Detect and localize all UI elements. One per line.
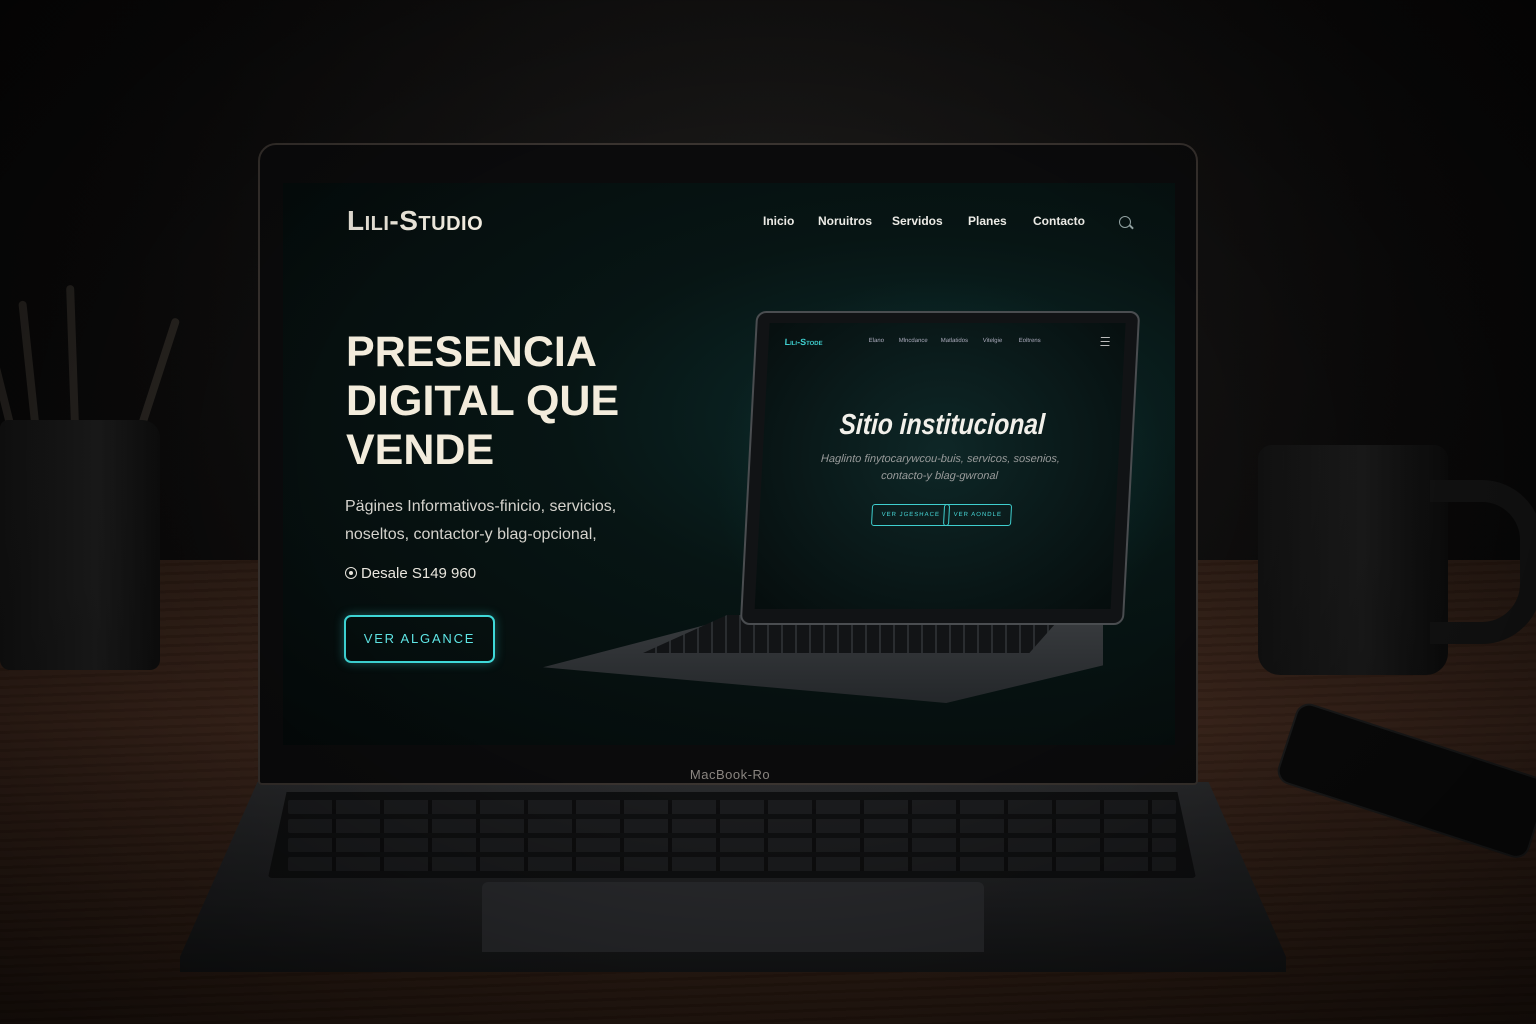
laptop-keyboard [268,792,1196,878]
nav-item-noruitros[interactable]: Noruitros [818,214,872,228]
device-brand-label: MacBook-Ro [689,767,771,782]
mockup-screen: Lili-Stode Elano Mlncdance Matlatidos Vi… [754,323,1126,609]
mockup-button-primary: VER JGESHACE [870,504,951,526]
nav-item-servidos[interactable]: Servidos [892,214,943,228]
mockup-nav-item: Vitelgie [982,338,1003,344]
site-logo[interactable]: Lili-Studio [347,205,483,237]
website-screen: Lili-Studio Inicio Noruitros Servidos Pl… [283,183,1175,745]
search-icon[interactable] [1119,216,1131,228]
menu-icon [1100,337,1110,346]
trackpad[interactable] [482,882,984,952]
mockup-laptop: Lili-Stode Elano Mlncdance Matlatidos Vi… [739,311,1141,625]
price-text: Desale S149 960 [361,565,477,582]
mockup-nav-item: Mlncdance [898,338,928,344]
mockup-subtitle: Haglinto finytocarywcou-buis, servicos, … [820,453,1061,482]
price-icon [345,567,357,579]
mockup-logo: Lili-Stode [784,337,823,347]
mockup-nav-item: Matlatidos [940,338,969,344]
nav-item-contacto[interactable]: Contacto [1033,214,1085,228]
nav-item-inicio[interactable]: Inicio [763,214,794,228]
price-row: Desale S149 960 [345,565,476,582]
nav-item-planes[interactable]: Planes [968,214,1007,228]
mockup-nav-item: Eoltrens [1018,338,1041,344]
mockup-title: Sitio institucional [838,409,1046,441]
hero-title: PRESENCIA DIGITAL QUE VENDE [346,328,620,474]
mockup-nav-item: Elano [868,338,885,344]
mockup-button-secondary: VER AONDLE [942,504,1013,526]
ver-alcance-button[interactable]: VER ALGANCE [344,615,495,663]
hero-subtitle: Pägines Informativos-finicio, servicios,… [345,498,617,543]
